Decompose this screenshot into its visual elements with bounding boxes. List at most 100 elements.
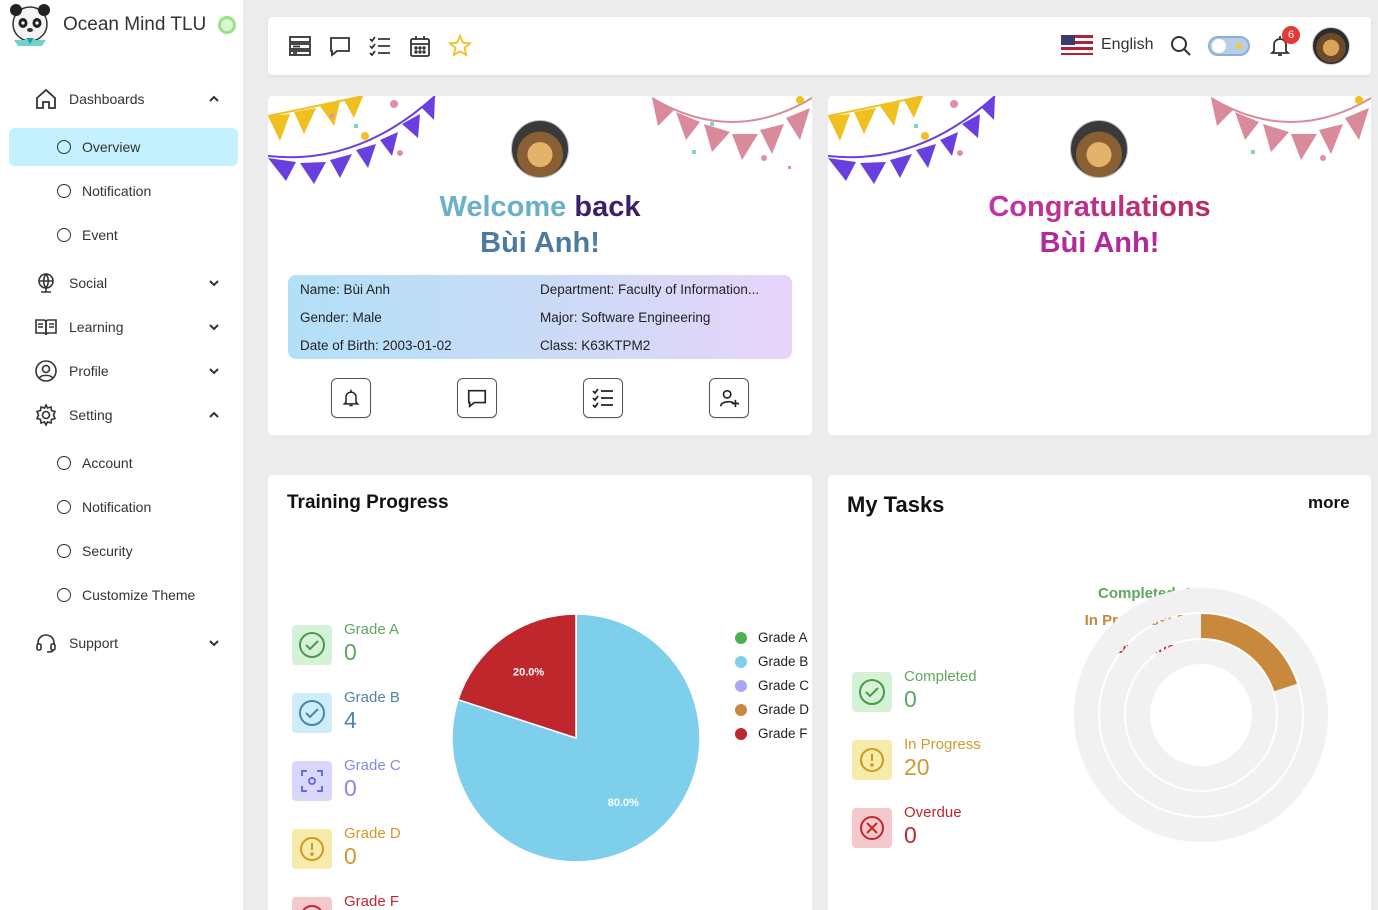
welcome-heading: Welcome back — [268, 191, 812, 224]
legend-dot — [735, 728, 747, 740]
user-circle-icon — [35, 360, 57, 382]
sidebar-item-label: Setting — [69, 407, 113, 423]
sidebar-item-label: Social — [69, 275, 108, 291]
calendar-icon[interactable] — [408, 34, 432, 58]
grade-value: 4 — [344, 707, 357, 733]
congrats-card: Congratulations Bùi Anh! — [828, 96, 1371, 435]
language-label: English — [1101, 36, 1154, 53]
pie-data-label: 20.0% — [513, 667, 544, 679]
sidebar-subitem-customize-theme[interactable]: Customize Theme — [9, 576, 238, 614]
checklist-icon[interactable] — [368, 34, 392, 58]
grade-name: Grade D — [344, 825, 401, 842]
legend-label: Grade A — [758, 630, 808, 645]
info-department: Department: Faculty of Information... — [540, 282, 760, 297]
chevron-up-icon — [209, 95, 219, 102]
alert-circle-icon — [852, 740, 892, 780]
brand[interactable]: Ocean Mind TLU — [6, 2, 237, 48]
sidebar-subitem-label: Account — [82, 455, 133, 471]
avatar[interactable] — [1312, 27, 1350, 65]
chevron-down-icon — [209, 280, 219, 287]
legend-dot — [735, 656, 747, 668]
x-circle-icon — [292, 897, 332, 910]
circle-icon — [57, 140, 71, 154]
add-friend-shortcut-button[interactable] — [709, 378, 749, 418]
globe-icon — [38, 273, 54, 293]
chevron-down-icon — [209, 324, 219, 331]
search-icon[interactable] — [1169, 34, 1193, 58]
info-major: Major: Software Engineering — [540, 310, 711, 325]
radial-track — [1126, 640, 1276, 790]
sidebar-subitem-overview[interactable]: Overview — [9, 128, 238, 166]
sidebar-item-learning[interactable]: Learning — [0, 309, 243, 345]
layout-icon[interactable] — [288, 34, 312, 58]
chat-icon[interactable] — [328, 34, 352, 58]
topbar: English 6 — [268, 17, 1371, 75]
legend-dot — [735, 704, 747, 716]
more-link[interactable]: more — [1308, 493, 1350, 513]
check-circle-icon — [292, 693, 332, 733]
check-circle-icon — [292, 625, 332, 665]
tasks-shortcut-button[interactable] — [583, 378, 623, 418]
circle-icon — [57, 588, 71, 602]
focus-icon — [292, 761, 332, 801]
sidebar-item-profile[interactable]: Profile — [0, 353, 243, 389]
info-name: Name: Bùi Anh — [300, 282, 391, 297]
sidebar-item-dashboards[interactable]: Dashboards — [0, 81, 243, 117]
welcome-word: Welcome — [439, 191, 567, 223]
sidebar: Ocean Mind TLU Dashboards Overview Notif… — [0, 0, 243, 910]
congrats-name: Bùi Anh! — [1039, 227, 1160, 259]
my-tasks-card: My Tasks more Completed 0 In Progress 20… — [828, 475, 1371, 910]
student-info-panel: Name: Bùi Anh Gender: Male Date of Birth… — [288, 275, 792, 359]
circle-icon — [57, 500, 71, 514]
congrats-heading: Congratulations — [828, 191, 1371, 224]
sidebar-subitem-label: Notification — [82, 499, 152, 515]
sidebar-item-setting[interactable]: Setting — [0, 397, 243, 433]
sidebar-item-label: Profile — [69, 363, 109, 379]
sidebar-item-social[interactable]: Social — [0, 265, 243, 301]
notification-badge: 6 — [1282, 26, 1300, 44]
language-selector[interactable]: English — [1061, 35, 1153, 55]
circle-icon — [57, 544, 71, 558]
us-flag-icon — [1061, 35, 1093, 55]
sidebar-subitem-label: Security — [82, 543, 133, 559]
welcome-name: Bùi Anh! — [480, 227, 600, 259]
sidebar-item-support[interactable]: Support — [0, 625, 243, 661]
sidebar-subitem-event[interactable]: Event — [9, 216, 238, 254]
toggle-knob — [1212, 39, 1226, 53]
notification-shortcut-button[interactable] — [331, 378, 371, 418]
legend-dot — [735, 632, 747, 644]
bunting-left-icon — [828, 96, 996, 184]
alert-circle-icon — [292, 829, 332, 869]
theme-toggle[interactable] — [1208, 36, 1250, 56]
x-circle-icon — [852, 808, 892, 848]
chat-icon — [467, 389, 487, 408]
training-progress-card: Training Progress Grade A 0 Grade B 4 Gr… — [268, 475, 812, 910]
sidebar-subitem-account[interactable]: Account — [9, 444, 238, 482]
panda-logo-icon — [10, 4, 50, 46]
sidebar-subitem-label: Notification — [82, 183, 152, 199]
sun-icon — [1236, 43, 1242, 49]
sidebar-subitem-notification[interactable]: Notification — [9, 172, 238, 210]
grade-value: 0 — [344, 843, 357, 869]
status-dot-icon — [218, 16, 237, 34]
avatar — [1070, 120, 1128, 178]
sidebar-subitem-label: Customize Theme — [82, 587, 196, 603]
sidebar-subitem-setting-notification[interactable]: Notification — [9, 488, 238, 526]
gear-icon — [35, 403, 57, 427]
grade-name: Grade C — [344, 757, 401, 774]
legend-dot — [735, 680, 747, 692]
info-dob: Date of Birth: 2003-01-02 — [300, 338, 452, 353]
welcome-card: Welcome back Bùi Anh! Name: Bùi Anh Gend… — [268, 96, 812, 435]
card-title: My Tasks — [847, 492, 945, 517]
bunting-right-icon — [1211, 96, 1371, 161]
chevron-down-icon — [209, 640, 219, 647]
sidebar-subitem-security[interactable]: Security — [9, 532, 238, 570]
sidebar-subitem-label: Event — [82, 227, 118, 243]
star-icon[interactable] — [448, 34, 472, 58]
tasks-radial-chart — [1074, 588, 1328, 842]
chat-shortcut-button[interactable] — [457, 378, 497, 418]
headset-icon — [36, 634, 56, 653]
grade-value: 0 — [344, 775, 357, 801]
chevron-down-icon — [209, 368, 219, 375]
chevron-up-icon — [209, 411, 219, 418]
